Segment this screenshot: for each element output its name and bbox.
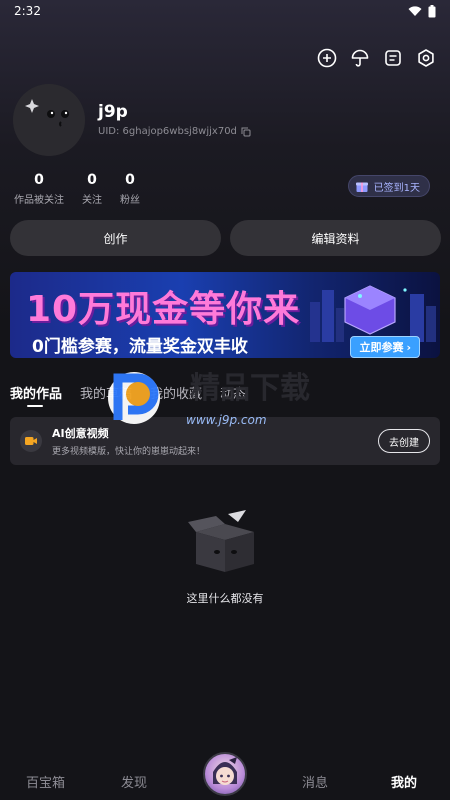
nav-toolbox[interactable]: 百宝箱 (26, 772, 65, 791)
ai-card-desc: 更多视频模版，快让你的崽崽动起来！ (52, 447, 206, 457)
checkin-label: 已签到1天 (373, 182, 420, 194)
nav-mine[interactable]: 我的 (391, 772, 417, 791)
chevron-right-icon: › (406, 340, 411, 354)
stat-followed-works[interactable]: 0 作品被关注 (14, 172, 64, 206)
banner-subline: 0门槛参赛，流量奖金双丰收 (32, 337, 248, 357)
watermark-logo: 精品下载 www.j9p.com (108, 371, 310, 427)
empty-state-text: 这里什么都没有 (186, 592, 264, 605)
tab-my-works[interactable]: 我的作品 (10, 383, 62, 402)
gear-icon (418, 49, 434, 67)
go-create-button[interactable]: 去创建 (378, 429, 430, 453)
uid-row: UID: 6ghajop6wbsj8wjjx70d (98, 126, 251, 137)
copy-icon[interactable] (241, 127, 251, 137)
note-list-icon (385, 50, 401, 66)
add-button[interactable] (317, 48, 337, 68)
profile-actions: 创作 编辑资料 (10, 220, 441, 256)
nav-center-avatar[interactable] (203, 752, 247, 796)
nav-messages[interactable]: 消息 (302, 772, 328, 791)
stat-value: 0 (87, 172, 97, 188)
avatar-face-icon (13, 84, 85, 156)
active-tab-indicator (27, 405, 43, 407)
status-time: 2:32 (14, 4, 41, 18)
stat-value: 0 (34, 172, 44, 188)
battery-icon (428, 4, 436, 17)
stat-value: 0 (125, 172, 135, 188)
banner-cta-label: 立即参赛 (359, 341, 404, 354)
umbrella-button[interactable] (350, 48, 370, 68)
top-actions (317, 48, 436, 68)
settings-button[interactable] (416, 48, 436, 68)
checkin-badge[interactable]: 已签到1天 (347, 175, 430, 197)
plus-circle-icon (317, 48, 337, 68)
gift-box-icon (355, 182, 368, 192)
nav-discover[interactable]: 发现 (121, 772, 147, 791)
stat-label: 粉丝 (120, 195, 140, 206)
video-camera-icon (20, 430, 42, 452)
status-bar: 2:32 (0, 0, 450, 22)
banner-headline: 10万现金等你来 (26, 289, 301, 330)
character-avatar-icon (213, 757, 237, 785)
promo-banner[interactable]: 10万现金等你来 0门槛参赛，流量奖金双丰收 立即参赛 › (10, 272, 440, 358)
uid-text: UID: 6ghajop6wbsj8wjjx70d (98, 126, 237, 137)
empty-box-illustration (188, 510, 254, 572)
umbrella-icon (351, 49, 369, 67)
edit-profile-button[interactable]: 编辑资料 (230, 220, 441, 256)
stat-followers[interactable]: 0 粉丝 (120, 172, 140, 206)
status-icons (408, 4, 436, 18)
stat-label: 关注 (82, 195, 102, 206)
banner-cta-button[interactable]: 立即参赛 › (350, 336, 420, 358)
stat-label: 作品被关注 (14, 195, 64, 206)
wifi-icon (408, 5, 422, 16)
watermark-url: www.j9p.com (186, 413, 267, 427)
stat-following[interactable]: 0 关注 (82, 172, 102, 206)
watermark-title: 精品下载 (190, 371, 310, 406)
notes-button[interactable] (383, 48, 403, 68)
bottom-nav: 百宝箱 发现 消息 我的 (0, 752, 450, 800)
profile-name: j9p (98, 102, 128, 122)
profile-stats: 0 作品被关注 0 关注 0 粉丝 (14, 172, 140, 206)
avatar[interactable] (13, 84, 85, 156)
create-button[interactable]: 创作 (10, 220, 221, 256)
